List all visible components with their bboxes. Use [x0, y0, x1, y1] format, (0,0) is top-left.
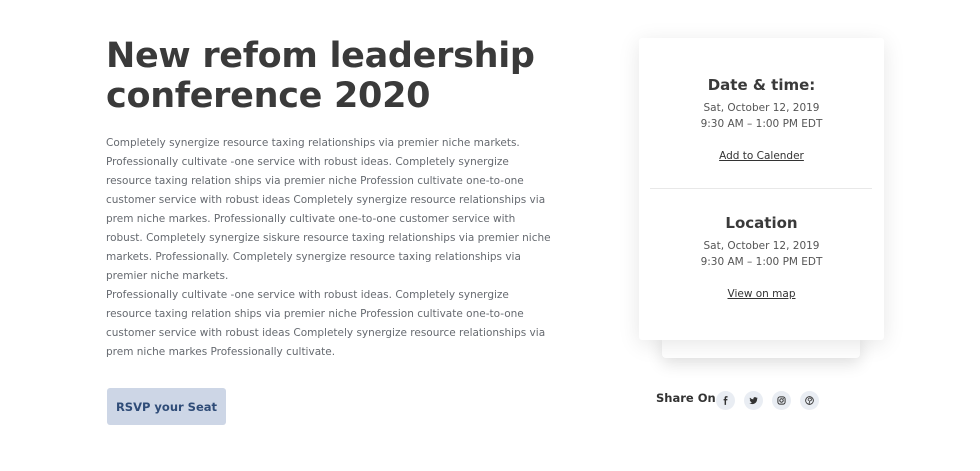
event-time: 9:30 AM – 1:00 PM EDT	[700, 118, 823, 130]
add-to-calendar-link[interactable]: Add to Calender	[719, 150, 804, 162]
rsvp-button[interactable]: RSVP your Seat	[107, 388, 226, 425]
date-time-heading: Date & time:	[707, 76, 816, 94]
facebook-icon[interactable]	[716, 391, 735, 410]
share-on-label: Share On	[656, 391, 716, 405]
event-info-card: Date & time: Sat, October 12, 2019 9:30 …	[639, 38, 884, 340]
date-time-section: Date & time: Sat, October 12, 2019 9:30 …	[639, 76, 884, 163]
location-date: Sat, October 12, 2019	[703, 240, 820, 252]
location-section: Location Sat, October 12, 2019 9:30 AM –…	[639, 214, 884, 301]
event-date: Sat, October 12, 2019	[703, 102, 820, 114]
event-description-paragraph-2: Professionally cultivate -one service wi…	[106, 289, 546, 358]
pinterest-icon[interactable]	[800, 391, 819, 410]
twitter-icon[interactable]	[744, 391, 763, 410]
event-title: New refom leadership conference 2020	[106, 36, 535, 116]
card-divider	[650, 188, 872, 189]
instagram-icon[interactable]	[772, 391, 791, 410]
view-on-map-link[interactable]: View on map	[728, 288, 796, 300]
event-description-paragraph-1: Completely synergize resource taxing rel…	[106, 137, 551, 282]
location-time: 9:30 AM – 1:00 PM EDT	[700, 256, 823, 268]
location-heading: Location	[725, 214, 798, 232]
